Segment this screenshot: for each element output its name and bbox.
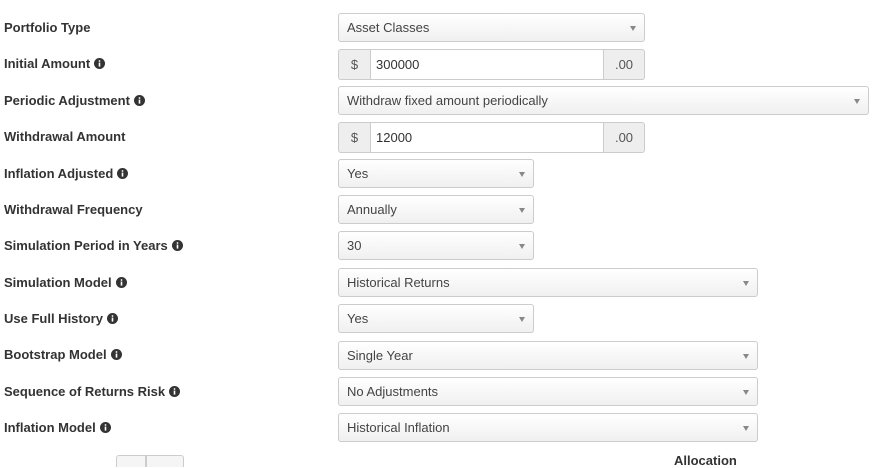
simulation-model-select[interactable]: Historical Returns xyxy=(338,268,758,297)
cents-suffix: .00 xyxy=(604,49,645,80)
inflation-adjusted-select[interactable]: Yes xyxy=(338,159,534,188)
info-circle-icon[interactable] xyxy=(117,167,129,179)
info-circle-icon[interactable] xyxy=(169,385,181,397)
simulation-model-label: Simulation Model xyxy=(4,273,127,291)
cents-suffix: .00 xyxy=(604,122,645,153)
withdrawal-frequency-label: Withdrawal Frequency xyxy=(4,201,143,217)
info-circle-icon[interactable] xyxy=(171,239,183,251)
simulation-period-label: Simulation Period in Years xyxy=(4,236,183,254)
withdrawal-amount-group: $ 12000 .00 xyxy=(338,122,645,153)
bootstrap-model-label: Bootstrap Model xyxy=(4,345,122,363)
caret-down-icon xyxy=(743,353,749,359)
partial-button-left[interactable] xyxy=(116,455,146,467)
info-circle-icon[interactable] xyxy=(110,348,122,360)
sequence-risk-label: Sequence of Returns Risk xyxy=(4,382,181,400)
caret-down-icon xyxy=(743,389,749,395)
use-full-history-label: Use Full History xyxy=(4,309,118,327)
caret-down-icon xyxy=(519,171,525,177)
info-circle-icon[interactable] xyxy=(94,57,106,69)
caret-down-icon xyxy=(743,280,749,286)
currency-prefix: $ xyxy=(338,49,370,80)
info-circle-icon[interactable] xyxy=(106,312,118,324)
info-circle-icon[interactable] xyxy=(99,421,111,433)
initial-amount-label: Initial Amount xyxy=(4,54,106,72)
withdrawal-amount-label: Withdrawal Amount xyxy=(4,128,126,144)
inflation-model-select[interactable]: Historical Inflation xyxy=(338,413,758,442)
caret-down-icon xyxy=(519,207,525,213)
currency-prefix: $ xyxy=(338,122,370,153)
portfolio-type-select[interactable]: Asset Classes xyxy=(338,13,645,42)
portfolio-type-label: Portfolio Type xyxy=(4,19,91,35)
partial-button-right[interactable] xyxy=(146,455,184,467)
caret-down-icon xyxy=(743,425,749,431)
info-circle-icon[interactable] xyxy=(115,276,127,288)
initial-amount-input[interactable]: 300000 xyxy=(370,49,604,80)
use-full-history-select[interactable]: Yes xyxy=(338,304,534,333)
caret-down-icon xyxy=(519,243,525,249)
inflation-model-label: Inflation Model xyxy=(4,418,111,436)
caret-down-icon xyxy=(519,316,525,322)
simulation-period-select[interactable]: 30 xyxy=(338,231,534,260)
caret-down-icon xyxy=(854,98,860,104)
allocation-header: Allocation xyxy=(674,453,737,468)
caret-down-icon xyxy=(630,25,636,31)
sequence-risk-select[interactable]: No Adjustments xyxy=(338,377,758,406)
initial-amount-group: $ 300000 .00 xyxy=(338,49,645,80)
withdrawal-amount-input[interactable]: 12000 xyxy=(370,122,604,153)
bootstrap-model-select[interactable]: Single Year xyxy=(338,341,758,370)
info-circle-icon[interactable] xyxy=(133,94,145,106)
periodic-adjustment-select[interactable]: Withdraw fixed amount periodically xyxy=(338,86,869,115)
periodic-adjustment-label: Periodic Adjustment xyxy=(4,91,145,109)
inflation-adjusted-label: Inflation Adjusted xyxy=(4,164,129,182)
withdrawal-frequency-select[interactable]: Annually xyxy=(338,195,534,224)
